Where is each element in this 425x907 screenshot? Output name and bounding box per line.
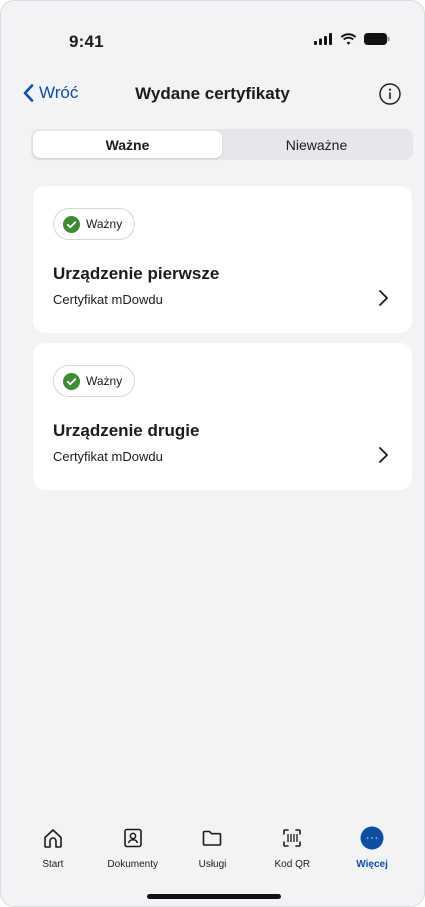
certificate-card[interactable]: Ważny Urządzenie drugie Certyfikat mDowd…	[33, 343, 412, 490]
tab-dokumenty[interactable]: Dokumenty	[93, 819, 173, 879]
check-circle-icon	[63, 215, 80, 233]
check-circle-icon	[63, 372, 80, 390]
status-badge-label: Ważny	[86, 374, 123, 388]
status-time: 9:41	[69, 32, 104, 51]
bottom-tab-bar: Start Dokumenty Usługi Kod QR Więcej	[1, 819, 424, 879]
status-bar: 9:41	[1, 1, 424, 71]
tab-label: Start	[42, 859, 64, 870]
tab-wiecej[interactable]: Więcej	[332, 819, 412, 879]
certificate-card[interactable]: Ważny Urządzenie pierwsze Certyfikat mDo…	[33, 186, 412, 333]
tab-label: Usługi	[198, 859, 227, 870]
status-icons	[314, 33, 390, 45]
home-icon	[40, 825, 66, 851]
tab-kod-qr[interactable]: Kod QR	[252, 819, 332, 879]
tab-label: Kod QR	[274, 859, 311, 870]
status-badge: Ważny	[53, 365, 136, 397]
segment-valid[interactable]: Ważne	[33, 131, 222, 158]
info-icon[interactable]	[378, 82, 402, 106]
phone-screen: 9:41 Wróć Wydane certyfikaty Ważne Niewa…	[0, 0, 425, 907]
certificate-filter-segmented-control: Ważne Nieważne	[31, 129, 413, 160]
chevron-right-icon	[379, 290, 388, 306]
certificate-type: Certyfikat mDowdu	[53, 449, 163, 464]
navigation-bar: Wróć Wydane certyfikaty	[1, 79, 424, 115]
tab-label: Dokumenty	[107, 859, 158, 870]
device-name: Urządzenie pierwsze	[53, 264, 220, 283]
more-icon	[359, 825, 385, 851]
folder-icon	[199, 825, 225, 851]
status-badge-label: Ważny	[86, 217, 123, 231]
segment-invalid[interactable]: Nieważne	[222, 131, 411, 158]
chevron-right-icon	[379, 447, 388, 463]
battery-icon	[364, 33, 390, 45]
id-card-icon	[120, 825, 146, 851]
device-name: Urządzenie drugie	[53, 421, 200, 440]
page-title: Wydane certyfikaty	[135, 84, 290, 103]
qr-scan-icon	[279, 825, 305, 851]
home-indicator	[147, 894, 281, 899]
wifi-icon	[340, 33, 357, 45]
tab-start[interactable]: Start	[13, 819, 93, 879]
status-badge: Ważny	[53, 208, 136, 240]
certificate-type: Certyfikat mDowdu	[53, 292, 163, 307]
tab-uslugi[interactable]: Usługi	[173, 819, 253, 879]
tab-label: Więcej	[356, 859, 388, 870]
cellular-signal-icon	[314, 33, 332, 45]
